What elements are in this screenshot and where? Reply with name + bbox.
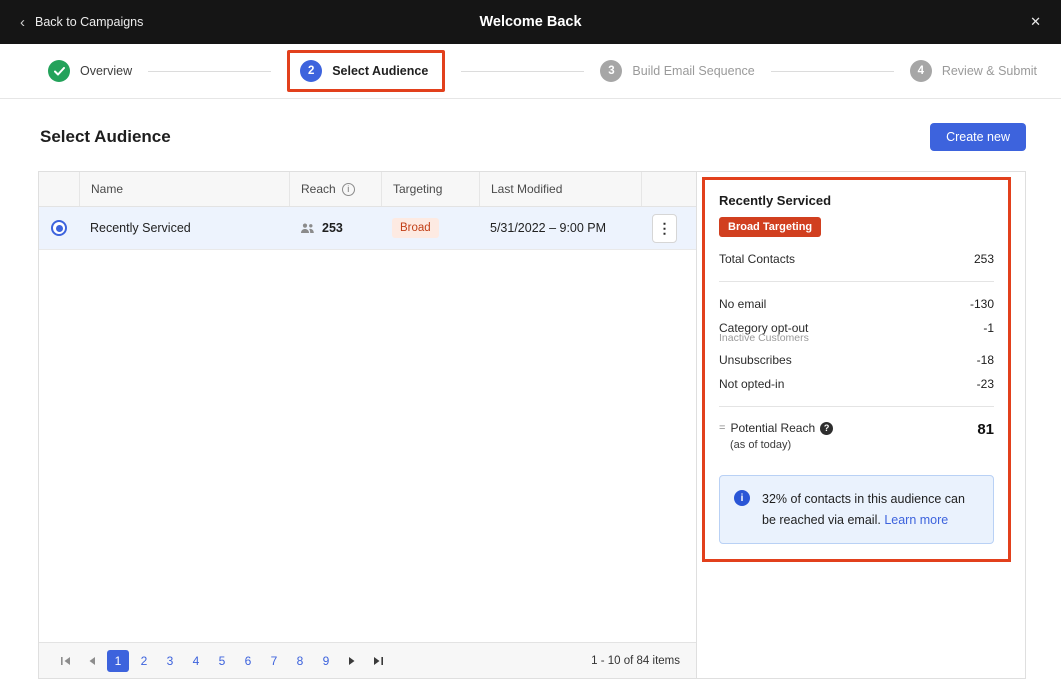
audience-name-cell: Recently Serviced [90,221,191,235]
reach-cell: 253 [289,221,381,235]
total-contacts-value: 253 [973,252,994,266]
step-overview-label: Overview [80,64,133,78]
close-icon[interactable]: ✕ [1030,14,1041,30]
first-page-icon[interactable] [55,650,77,672]
broad-targeting-badge: Broad [392,218,439,238]
column-select [39,172,79,206]
back-to-campaigns-link[interactable]: ‹ Back to Campaigns [20,15,143,30]
create-new-button[interactable]: Create new [930,123,1026,151]
info-circle-icon: i [734,490,750,506]
modal-topbar: ‹ Back to Campaigns Welcome Back ✕ [0,0,1061,44]
row-radio-selected[interactable] [51,220,67,236]
prev-page-icon[interactable] [81,650,103,672]
row-actions-kebab-icon[interactable]: ⋮ [652,213,677,243]
page-number-8[interactable]: 8 [289,650,311,672]
equals-sign: = [719,422,726,434]
wizard-stepper: Overview 2 Select Audience 3 Build Email… [0,44,1061,99]
table-header-row: Name Reach i Targeting Last Modified [39,172,696,207]
panel-audience-title: Recently Serviced [719,193,832,208]
learn-more-link[interactable]: Learn more [884,513,948,527]
column-reach[interactable]: Reach i [289,172,381,206]
step-review-submit-label: Review & Submit [941,64,1038,78]
main-content: Name Reach i Targeting Last Modified Rec… [38,171,1026,679]
step-4-number: 4 [909,60,932,82]
check-icon [48,60,70,82]
as-of-today-label: (as of today) [730,439,792,451]
audience-table: Name Reach i Targeting Last Modified Rec… [38,171,697,679]
deduction-row: Not opted-in -23 [719,377,994,391]
stepper-connector [148,70,272,72]
pagination-summary: 1 - 10 of 84 items [591,654,680,667]
deduction-row: Unsubscribes -18 [719,353,994,367]
step-select-audience-label: Select Audience [332,64,429,78]
page-title: Select Audience [40,127,171,146]
step-review-submit[interactable]: 4 Review & Submit [909,60,1038,82]
column-actions [641,172,696,206]
reach-info-icon[interactable]: i [341,182,355,196]
page-header: Select Audience Create new [0,99,1061,171]
audience-detail-panel: Recently Serviced Broad Targeting Total … [697,171,1026,679]
total-contacts-row: Total Contacts 253 [719,252,994,266]
stepper-connector [770,70,894,72]
step-3-number: 3 [600,60,623,82]
deduction-row: No email -130 [719,297,994,311]
reach-value: 253 [322,221,343,235]
annotation-box-step2: 2 Select Audience [287,50,446,92]
page-number-7[interactable]: 7 [263,650,285,672]
back-chevron-icon: ‹ [20,13,25,31]
divider [719,406,994,407]
targeting-cell: Broad [381,218,479,238]
last-modified-cell: 5/31/2022 – 9:00 PM [490,221,607,235]
back-link-label: Back to Campaigns [35,15,144,29]
page-number-3[interactable]: 3 [159,650,181,672]
potential-reach-row: = Potential Reach ? (as of today) 81 [719,421,994,451]
divider [719,281,994,282]
step-build-email-sequence-label: Build Email Sequence [632,64,755,78]
page-number-2[interactable]: 2 [133,650,155,672]
modal-title: Welcome Back [479,14,582,30]
column-targeting[interactable]: Targeting [381,172,479,206]
table-row[interactable]: Recently Serviced 253 Broad 5/31/2022 – … [39,207,696,250]
page-number-4[interactable]: 4 [185,650,207,672]
last-page-icon[interactable] [367,650,389,672]
page-number-6[interactable]: 6 [237,650,259,672]
table-empty-area [39,250,696,642]
reachability-info-box: i 32% of contacts in this audience can b… [719,475,994,545]
next-page-icon[interactable] [341,650,363,672]
people-icon [300,223,315,234]
page-number-5[interactable]: 5 [211,650,233,672]
column-last-modified[interactable]: Last Modified [479,172,641,206]
help-icon[interactable]: ? [820,421,834,435]
step-overview[interactable]: Overview [48,60,132,82]
column-name[interactable]: Name [79,172,289,206]
potential-reach-value: 81 [977,421,994,438]
annotation-box-panel: Recently Serviced Broad Targeting Total … [702,177,1011,563]
page-number-1[interactable]: 1 [107,649,129,672]
step-build-email-sequence[interactable]: 3 Build Email Sequence [600,60,755,82]
potential-reach-label: Potential Reach [730,421,816,435]
pagination-bar: 1 2 3 4 5 6 7 8 9 1 - 10 of 84 items [39,642,696,678]
deduction-sublabel: Inactive Customers [719,332,809,344]
page-number-9[interactable]: 9 [315,650,337,672]
step-select-audience[interactable]: 2 Select Audience [300,60,428,82]
stepper-connector [461,70,585,72]
broad-targeting-panel-badge: Broad Targeting [719,217,822,237]
step-2-number: 2 [300,60,323,82]
